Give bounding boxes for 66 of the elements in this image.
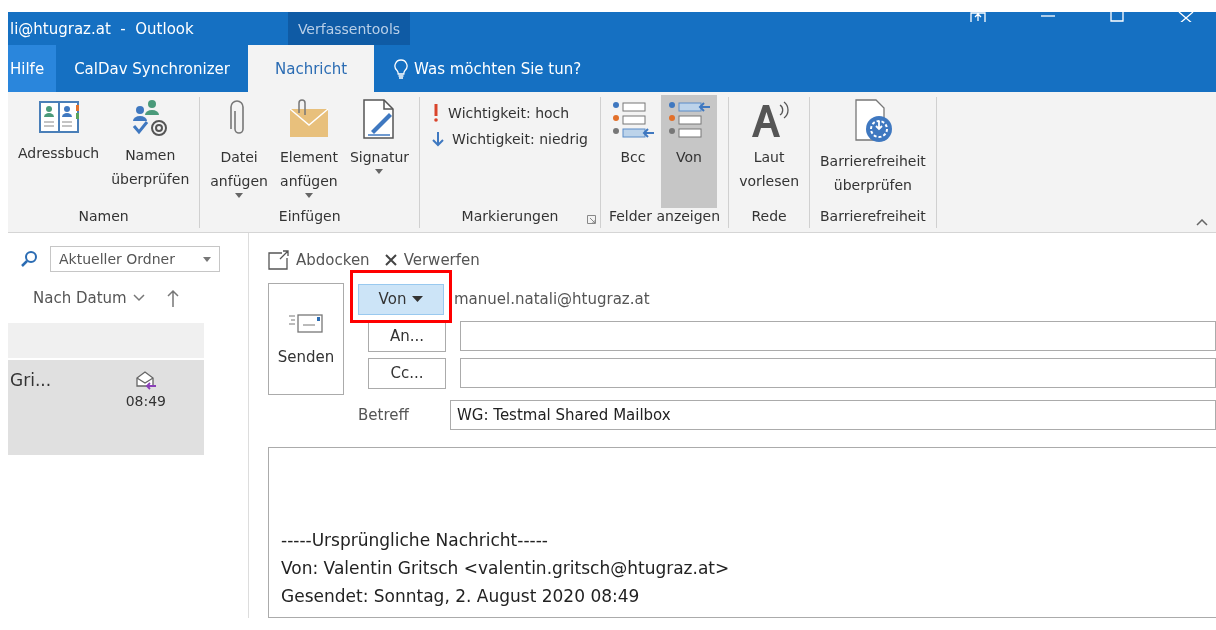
caret-icon	[203, 256, 211, 262]
from-button[interactable]: Von	[358, 283, 444, 315]
group-label: Rede	[750, 208, 788, 226]
sort-button[interactable]: Nach Datum	[33, 289, 145, 307]
reply-envelope-icon	[134, 370, 157, 390]
ribbon-button[interactable]: Signatur	[343, 95, 416, 208]
exclamation-icon	[432, 103, 441, 123]
group-label: Felder anzeigen	[607, 208, 722, 226]
toolbar-button[interactable]: Verwerfen	[383, 251, 480, 269]
body-text-line: Gesendet: Sonntag, 2. August 2020 08:49	[281, 585, 641, 608]
from-field-icon	[666, 99, 711, 139]
sender-address: manuel.natali@htugraz.at	[454, 290, 650, 308]
caret-icon	[412, 296, 424, 302]
ribbon-button[interactable]: Adressbuch	[12, 95, 106, 208]
context-tab-label: Verfassentools	[288, 12, 410, 45]
window-title: li@htugraz.at - Outlook	[9, 19, 195, 38]
toolbar-button[interactable]: Abdocken	[268, 250, 370, 270]
close-icon[interactable]	[1178, 12, 1194, 22]
message-body[interactable]: -----Ursprüngliche Nachricht----- Von: Valentin Gritsch <valentin.gritsch@htugraz.at> Gesendet: Sonntag, 2. August 2020 08:49	[268, 447, 1216, 618]
group-label: Barrierefreiheit	[819, 208, 927, 226]
sort-arrow-up-icon[interactable]	[166, 289, 179, 307]
scope-dropdown[interactable]: Aktueller Ordner	[50, 246, 220, 272]
ribbon-tab[interactable]: Nachricht	[247, 45, 375, 92]
dialog-launcher-icon[interactable]	[586, 215, 596, 224]
to-field[interactable]	[460, 321, 1216, 351]
ribbon-button[interactable]: Namen überprüfen	[105, 95, 196, 208]
group-label: Namen	[77, 208, 130, 226]
cc-field[interactable]	[460, 358, 1216, 388]
lightbulb-icon	[394, 58, 409, 79]
message-item[interactable]: Gri... 08:49	[8, 360, 204, 455]
subject-field[interactable]: WG: Testmal Shared Mailbox	[450, 400, 1216, 430]
ribbon-button[interactable]: Wichtigkeit: hoch	[432, 103, 588, 123]
chevron-down-icon	[132, 294, 145, 302]
ribbon-button[interactable]: Wichtigkeit: niedrig	[432, 131, 588, 147]
addressbook-icon	[37, 99, 80, 135]
tell-me-search[interactable]: Was möchten Sie tun?	[414, 59, 582, 78]
message-time: 08:49	[125, 393, 166, 409]
send-button[interactable]: Senden	[268, 283, 344, 395]
collapse-ribbon-icon[interactable]	[1196, 219, 1208, 226]
down-arrow-icon	[432, 131, 445, 147]
maximize-icon[interactable]	[1110, 12, 1124, 22]
ribbon-tab[interactable]: Hilfe	[8, 45, 57, 92]
cc-button[interactable]: Cc...	[368, 357, 446, 389]
body-text-line: Von: Valentin Gritsch <valentin.gritsch@htugraz.at>	[281, 557, 731, 580]
share-icon[interactable]	[970, 12, 986, 22]
ribbon-button[interactable]: Datei anfügen	[204, 95, 274, 208]
close-icon	[383, 253, 398, 267]
ribbon-button[interactable]: Von	[660, 95, 717, 208]
search-icon[interactable]	[20, 250, 38, 268]
ribbon-tab[interactable]: CalDav Synchronizer	[56, 45, 248, 92]
group-label: Einfügen	[277, 208, 342, 226]
popout-icon	[268, 250, 290, 270]
ribbon-button[interactable]: Bcc	[604, 95, 661, 208]
envelope-icon	[289, 312, 323, 334]
envelope-paperclip-icon	[287, 99, 330, 139]
group-label: Markierungen	[460, 208, 560, 226]
dropdown-value: Aktueller Ordner	[59, 251, 175, 267]
minimize-icon[interactable]	[1040, 12, 1056, 20]
body-text-line: -----Ursprüngliche Nachricht-----	[281, 529, 549, 552]
bcc-fields-icon	[610, 99, 655, 139]
ribbon-button[interactable]: Element anfügen	[273, 95, 344, 208]
message-sender: Gri...	[10, 370, 52, 392]
ribbon-button[interactable]: Laut vorlesen	[733, 95, 805, 208]
accessibility-check-icon	[852, 99, 893, 143]
subject-label: Betreff	[358, 406, 410, 424]
ribbon-button[interactable]: Barrierefreiheit überprüfen	[814, 95, 932, 208]
